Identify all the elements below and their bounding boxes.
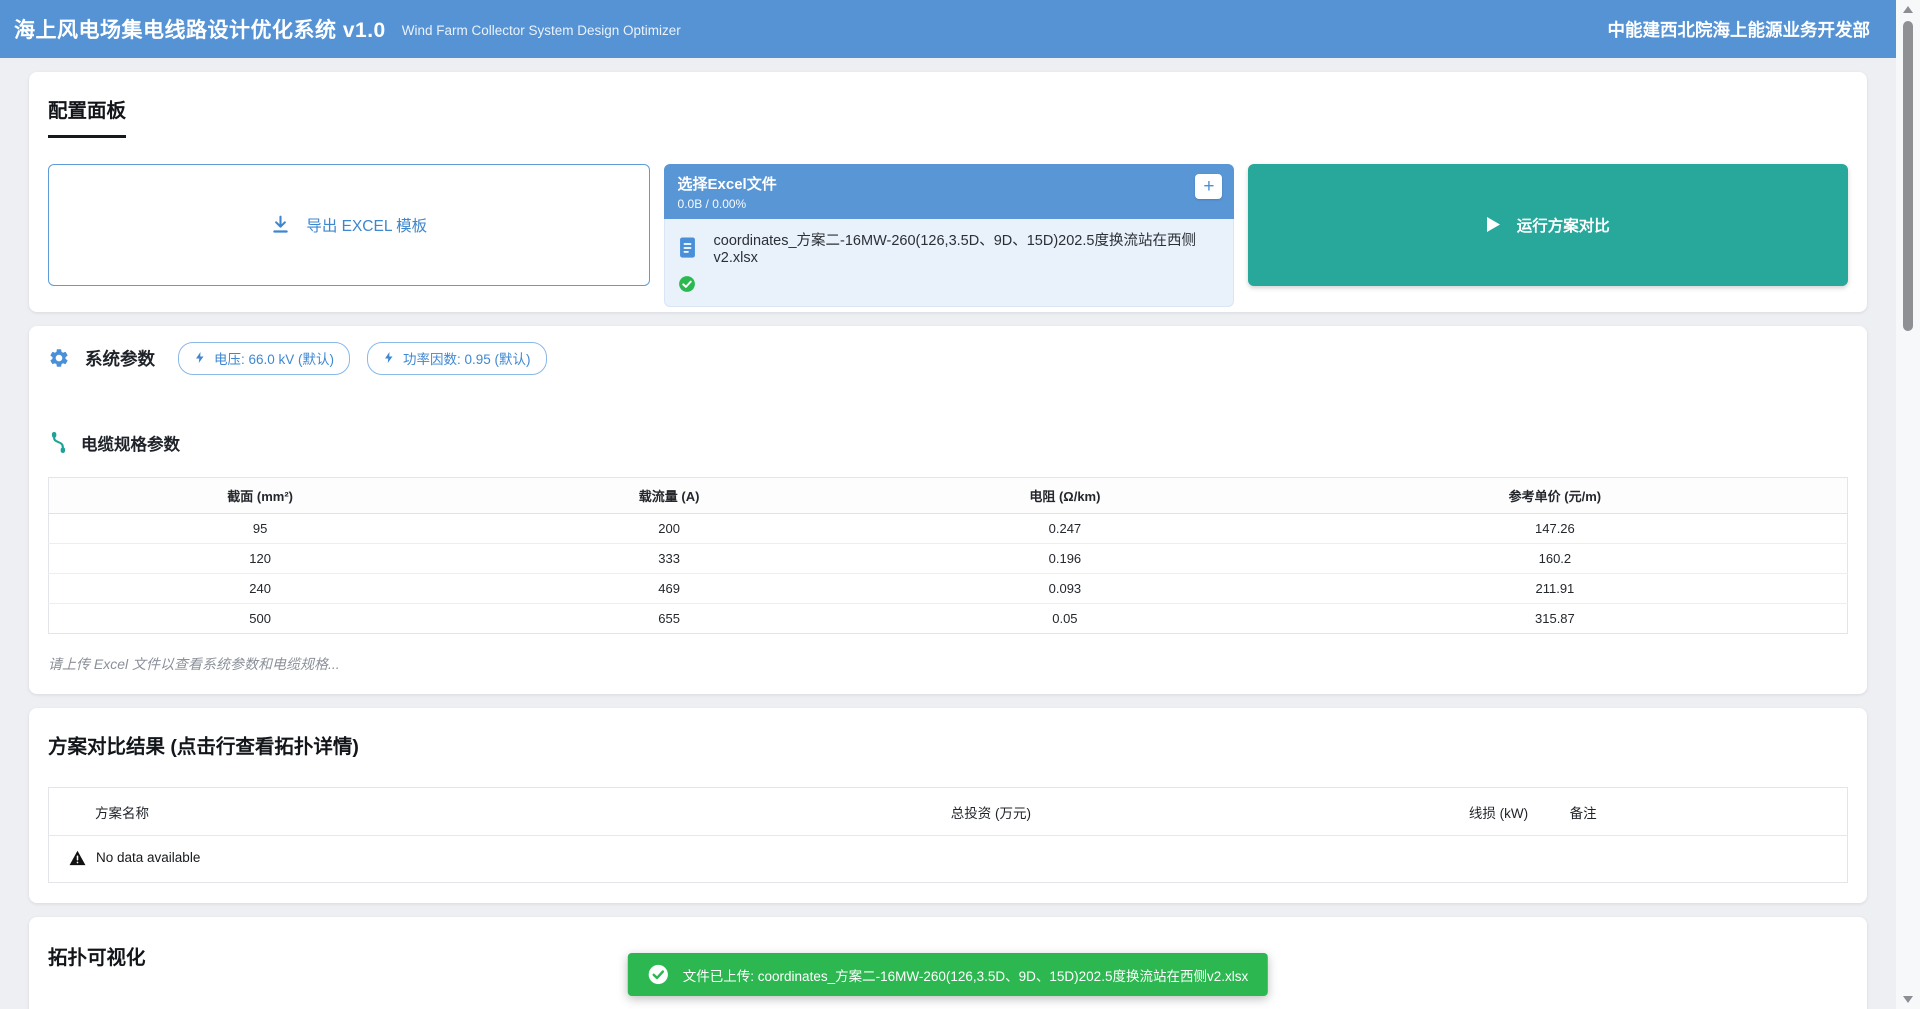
add-file-button[interactable]: + bbox=[1195, 174, 1222, 199]
scrollbar-thumb[interactable] bbox=[1903, 21, 1913, 331]
power-factor-badge: 功率因数: 0.95 (默认) bbox=[367, 342, 547, 375]
scrollbar-up-arrow-icon[interactable] bbox=[1903, 6, 1913, 13]
uploaded-filename: coordinates_方案二-16MW-260(126,3.5D、9D、15D… bbox=[714, 229, 1221, 266]
config-controls-row: 导出 EXCEL 模板 选择Excel文件 0.0B / 0.00% + c bbox=[48, 164, 1848, 286]
system-params-title: 系统参数 bbox=[85, 346, 155, 371]
cell-price: 147.26 bbox=[1263, 513, 1848, 543]
cell-section: 500 bbox=[49, 603, 472, 633]
cell-section: 120 bbox=[49, 543, 472, 573]
col-header-investment: 总投资 (万元) bbox=[941, 787, 1459, 835]
results-header-row: 方案名称 总投资 (万元) 线损 (kW) 备注 bbox=[49, 787, 1848, 835]
upload-progress-text: 0.0B / 0.00% bbox=[678, 197, 1221, 211]
scrollbar-down-arrow-icon[interactable] bbox=[1903, 996, 1913, 1003]
app-subtitle: Wind Farm Collector System Design Optimi… bbox=[402, 20, 681, 38]
col-header-price: 参考单价 (元/m) bbox=[1263, 477, 1848, 513]
file-document-icon bbox=[678, 237, 697, 258]
file-picker-body: coordinates_方案二-16MW-260(126,3.5D、9D、15D… bbox=[664, 219, 1235, 307]
toast-message: 文件已上传: coordinates_方案二-16MW-260(126,3.5D… bbox=[683, 965, 1248, 985]
cable-table-row: 120 333 0.196 160.2 bbox=[49, 543, 1848, 573]
col-header-line-loss: 线损 (kW) bbox=[1459, 787, 1560, 835]
warning-icon bbox=[69, 850, 86, 866]
config-panel-card: 配置面板 导出 EXCEL 模板 选择Excel文件 0.0B / 0.00% … bbox=[29, 72, 1867, 312]
cell-price: 315.87 bbox=[1263, 603, 1848, 633]
vertical-scrollbar[interactable] bbox=[1896, 0, 1920, 1009]
config-panel-title: 配置面板 bbox=[48, 94, 1848, 123]
export-excel-template-button[interactable]: 导出 EXCEL 模板 bbox=[48, 164, 650, 286]
cable-table-row: 95 200 0.247 147.26 bbox=[49, 513, 1848, 543]
comparison-results-table: 方案名称 总投资 (万元) 线损 (kW) 备注 No bbox=[48, 787, 1848, 883]
cell-ampacity: 469 bbox=[471, 573, 867, 603]
param-badges: 电压: 66.0 kV (默认) 功率因数: 0.95 (默认) bbox=[178, 342, 547, 375]
run-button-label: 运行方案对比 bbox=[1517, 214, 1610, 236]
file-picker-widget[interactable]: 选择Excel文件 0.0B / 0.00% + coordinates_方案二… bbox=[664, 164, 1235, 286]
cell-section: 95 bbox=[49, 513, 472, 543]
comparison-results-card: 方案对比结果 (点击行查看拓扑详情) 方案名称 总投资 (万元) 线损 (kW)… bbox=[29, 708, 1867, 903]
export-button-label: 导出 EXCEL 模板 bbox=[306, 214, 427, 236]
cable-specs-title: 电缆规格参数 bbox=[81, 431, 180, 455]
play-icon bbox=[1487, 217, 1500, 232]
system-params-row: 系统参数 电压: 66.0 kV (默认) 功率因数: 0.95 (默认) bbox=[48, 342, 1848, 375]
col-header-resistance: 电阻 (Ω/km) bbox=[867, 477, 1263, 513]
department-label: 中能建西北院海上能源业务开发部 bbox=[1608, 17, 1871, 42]
run-comparison-button[interactable]: 运行方案对比 bbox=[1248, 164, 1848, 286]
no-data-text: No data available bbox=[96, 850, 200, 865]
download-icon bbox=[270, 214, 291, 235]
cable-specs-table: 截面 (mm²) 载流量 (A) 电阻 (Ω/km) 参考单价 (元/m) 95… bbox=[48, 477, 1848, 634]
cell-price: 211.91 bbox=[1263, 573, 1848, 603]
upload-success-toast: 文件已上传: coordinates_方案二-16MW-260(126,3.5D… bbox=[628, 953, 1268, 996]
upload-hint-text: 请上传 Excel 文件以查看系统参数和电缆规格... bbox=[48, 654, 1848, 674]
voltage-badge-label: 电压: 66.0 kV (默认) bbox=[214, 348, 334, 368]
power-factor-badge-label: 功率因数: 0.95 (默认) bbox=[403, 348, 531, 368]
cell-ampacity: 200 bbox=[471, 513, 867, 543]
app-header: 海上风电场集电线路设计优化系统 v1.0 Wind Farm Collector… bbox=[0, 0, 1896, 58]
cell-price: 160.2 bbox=[1263, 543, 1848, 573]
lightning-icon bbox=[383, 350, 395, 365]
gear-icon bbox=[48, 347, 70, 369]
cable-icon bbox=[48, 431, 69, 454]
voltage-badge: 电压: 66.0 kV (默认) bbox=[178, 342, 350, 375]
no-data-row: No data available bbox=[49, 835, 1848, 882]
cable-table-row: 500 655 0.05 315.87 bbox=[49, 603, 1848, 633]
app-title: 海上风电场集电线路设计优化系统 v1.0 bbox=[14, 14, 386, 44]
cable-specs-header: 电缆规格参数 bbox=[48, 431, 1848, 455]
file-picker-title: 选择Excel文件 bbox=[678, 173, 1221, 194]
main-page: 海上风电场集电线路设计优化系统 v1.0 Wind Farm Collector… bbox=[0, 0, 1896, 1009]
cell-resistance: 0.247 bbox=[867, 513, 1263, 543]
col-header-scheme-name: 方案名称 bbox=[49, 787, 941, 835]
parameters-card: 系统参数 电压: 66.0 kV (默认) 功率因数: 0.95 (默认) bbox=[29, 326, 1867, 694]
col-header-section: 截面 (mm²) bbox=[49, 477, 472, 513]
content-area: 配置面板 导出 EXCEL 模板 选择Excel文件 0.0B / 0.00% … bbox=[0, 58, 1896, 1009]
cell-resistance: 0.05 bbox=[867, 603, 1263, 633]
cell-ampacity: 333 bbox=[471, 543, 867, 573]
cable-table-header-row: 截面 (mm²) 载流量 (A) 电阻 (Ω/km) 参考单价 (元/m) bbox=[49, 477, 1848, 513]
comparison-results-title: 方案对比结果 (点击行查看拓扑详情) bbox=[48, 730, 1848, 759]
heading-underline bbox=[48, 135, 126, 138]
toast-check-icon bbox=[648, 964, 669, 985]
upload-success-check-icon bbox=[678, 275, 696, 293]
col-header-ampacity: 载流量 (A) bbox=[471, 477, 867, 513]
uploaded-file-row[interactable]: coordinates_方案二-16MW-260(126,3.5D、9D、15D… bbox=[678, 229, 1221, 266]
cell-section: 240 bbox=[49, 573, 472, 603]
col-header-remark: 备注 bbox=[1560, 787, 1848, 835]
cell-ampacity: 655 bbox=[471, 603, 867, 633]
cable-table-row: 240 469 0.093 211.91 bbox=[49, 573, 1848, 603]
cell-resistance: 0.093 bbox=[867, 573, 1263, 603]
cell-resistance: 0.196 bbox=[867, 543, 1263, 573]
lightning-icon bbox=[194, 350, 206, 365]
file-picker-header: 选择Excel文件 0.0B / 0.00% + bbox=[664, 164, 1235, 219]
